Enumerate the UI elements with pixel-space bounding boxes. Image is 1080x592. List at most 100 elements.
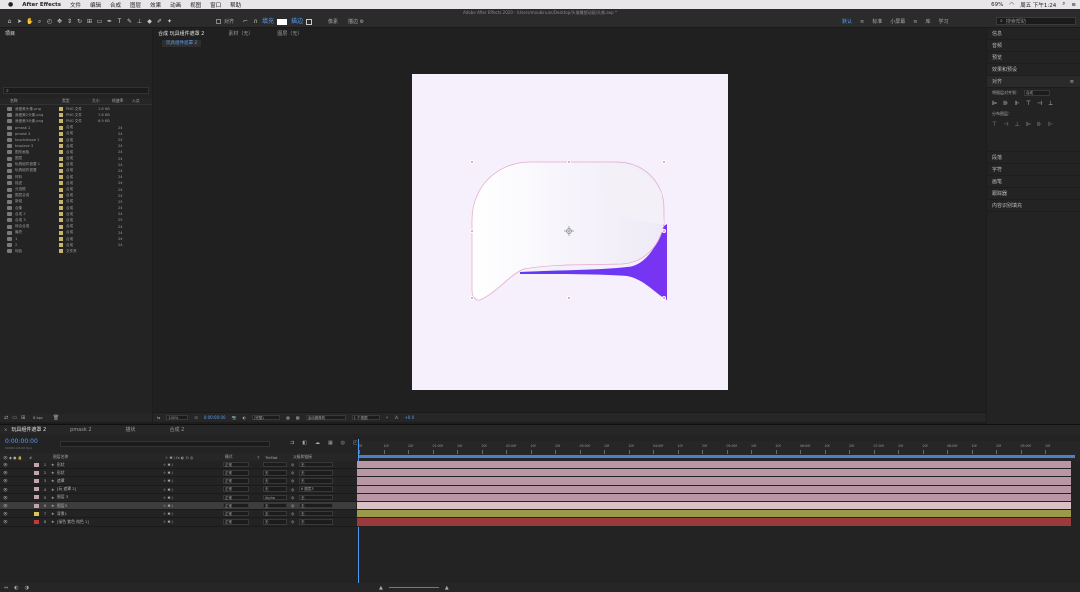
layer-duration-bar[interactable] bbox=[357, 477, 1071, 486]
layer-trkmat-dropdown[interactable]: 无 bbox=[263, 502, 287, 509]
layer-trkmat-dropdown[interactable]: 无 bbox=[263, 519, 287, 525]
column-type[interactable]: 类型 bbox=[62, 98, 92, 104]
exposure-value[interactable]: +0.0 bbox=[404, 415, 414, 420]
label-color-swatch[interactable] bbox=[59, 230, 63, 235]
pickwhip-icon[interactable]: ◎ bbox=[291, 503, 299, 508]
panel-paragraph[interactable]: 段落 bbox=[987, 152, 1080, 164]
workspace-small-screen[interactable]: 小屏幕 bbox=[890, 18, 905, 25]
pan-behind-tool-icon[interactable]: ⊞ bbox=[86, 18, 93, 25]
layer-parent-dropdown[interactable]: 无 bbox=[299, 510, 333, 517]
transform-handle-tm[interactable] bbox=[567, 160, 571, 164]
interpret-icon[interactable]: ⇄ bbox=[4, 415, 8, 421]
layer-switches[interactable]: ⊹ ✱ / bbox=[163, 511, 223, 516]
eraser-tool-icon[interactable]: ◆ bbox=[146, 18, 153, 25]
text-tool-icon[interactable]: T bbox=[116, 18, 123, 25]
menu-item-file[interactable]: 文件 bbox=[70, 1, 81, 9]
panel-preview[interactable]: 预览 bbox=[987, 52, 1080, 64]
dist-left-icon[interactable]: ⊫ bbox=[1026, 121, 1031, 128]
puppet-tool-icon[interactable]: ✦ bbox=[166, 18, 173, 25]
layer-trkmat-dropdown[interactable]: 无 bbox=[263, 510, 287, 517]
workspace-learn[interactable]: 学习 bbox=[938, 18, 948, 25]
align-vcenter-icon[interactable]: ⊣ bbox=[1037, 100, 1042, 107]
apple-icon[interactable]: ● bbox=[8, 1, 13, 8]
comp-subtab[interactable]: 玩具组件遮罩 2 bbox=[162, 40, 202, 47]
dist-vcenter-icon[interactable]: ⊣ bbox=[1003, 121, 1008, 128]
column-fps[interactable]: 帧速率 bbox=[112, 98, 132, 104]
layer-mode-dropdown[interactable]: 正常 bbox=[223, 478, 249, 484]
layer-switches[interactable]: ⊹ ✱ / bbox=[163, 519, 223, 524]
new-folder-icon[interactable]: ▭ bbox=[12, 415, 17, 421]
label-color-swatch[interactable] bbox=[59, 138, 63, 143]
visibility-eye-icon[interactable]: 👁 bbox=[3, 503, 21, 508]
transform-handle-bl[interactable] bbox=[470, 296, 474, 300]
layer-parent-dropdown[interactable]: 无 bbox=[299, 494, 333, 501]
label-color-swatch[interactable] bbox=[59, 150, 63, 155]
zoom-in-icon[interactable]: ▲ bbox=[445, 585, 449, 591]
layer-name[interactable]: 遮罩 bbox=[57, 478, 163, 484]
visibility-eye-icon[interactable]: 👁 bbox=[3, 511, 21, 516]
align-right-icon[interactable]: ⊩ bbox=[1014, 100, 1019, 107]
label-color-swatch[interactable] bbox=[59, 119, 63, 124]
safe-area-icon[interactable]: ⊡ bbox=[194, 415, 197, 420]
zoom-slider[interactable] bbox=[388, 587, 439, 588]
composition-canvas[interactable] bbox=[412, 74, 728, 390]
layer-duration-bar[interactable] bbox=[357, 485, 1071, 494]
col-mode[interactable]: 模式 bbox=[225, 454, 257, 460]
col-parent[interactable]: 父级和链接 bbox=[293, 454, 312, 460]
rectangle-tool-icon[interactable]: ▭ bbox=[96, 18, 103, 25]
views-dropdown[interactable]: 1 个视图 bbox=[351, 414, 380, 421]
project-search-input[interactable]: ⌕ bbox=[3, 87, 149, 94]
label-color-swatch[interactable] bbox=[59, 237, 63, 242]
layer-search-input[interactable] bbox=[60, 441, 270, 447]
layer-duration-bar[interactable] bbox=[357, 501, 1071, 511]
dolly-tool-icon[interactable]: ⇕ bbox=[66, 18, 73, 25]
pan-tool-icon[interactable]: ✥ bbox=[56, 18, 63, 25]
align-hcenter-icon[interactable]: ⊪ bbox=[1003, 100, 1008, 107]
workspace-more-icon[interactable]: ≡ bbox=[913, 19, 917, 25]
panel-menu-icon[interactable]: ≡ bbox=[1070, 79, 1074, 85]
layer-parent-dropdown[interactable]: 无 bbox=[299, 470, 333, 476]
layer-row[interactable]: 👁 6 ★ 图层3 ⊹ ✱ / 正常 无 ◎ 无 bbox=[0, 501, 356, 511]
layer-mode-dropdown[interactable]: 正常 bbox=[223, 502, 249, 509]
brush-tool-icon[interactable]: ✎ bbox=[126, 18, 133, 25]
layer-row[interactable]: 👁 7 ★ 背景1 ⊹ ✱ / 正常 无 ◎ 无 bbox=[0, 510, 356, 519]
panel-align[interactable]: 对齐 ≡ bbox=[987, 76, 1080, 88]
label-color-swatch[interactable] bbox=[59, 206, 63, 211]
rotate-tool-icon[interactable]: ↻ bbox=[76, 18, 83, 25]
roto-brush-tool-icon[interactable]: ✐ bbox=[156, 18, 163, 25]
toggle-render-icon[interactable]: ◑ bbox=[25, 585, 29, 591]
dist-right-icon[interactable]: ⊩ bbox=[1048, 121, 1053, 128]
label-color-swatch[interactable] bbox=[59, 168, 63, 173]
current-time-display[interactable]: 0:00:00:00 bbox=[5, 438, 38, 445]
menu-item-help[interactable]: 帮助 bbox=[230, 1, 241, 9]
bpc-label[interactable]: 8 bpc bbox=[33, 416, 43, 420]
layer-trkmat-dropdown[interactable]: 无 bbox=[263, 478, 287, 484]
label-color-swatch[interactable] bbox=[59, 212, 63, 217]
align-bottom-icon[interactable]: ⊥ bbox=[1048, 100, 1053, 107]
zoom-dropdown[interactable]: 100% bbox=[166, 414, 189, 421]
selection-tool-icon[interactable]: ➤ bbox=[16, 18, 23, 25]
layer-switches[interactable]: ⊹ ✱ / bbox=[163, 470, 223, 475]
pickwhip-icon[interactable]: ◎ bbox=[291, 487, 299, 492]
label-color-swatch[interactable] bbox=[59, 187, 63, 192]
footage-tab[interactable]: 素材（无） bbox=[228, 30, 253, 37]
label-color-swatch[interactable] bbox=[59, 193, 63, 198]
label-color-swatch[interactable] bbox=[59, 162, 63, 167]
menu-app-name[interactable]: After Effects bbox=[22, 2, 61, 8]
layer-row[interactable]: 👁 8 ★ [渐色 紫色 纯色 1] ⊹ ✱ / 正常 无 ◎ 无 bbox=[0, 518, 356, 527]
dist-hcenter-icon[interactable]: ⊪ bbox=[1037, 121, 1042, 128]
draft-3d-icon[interactable]: ◧ bbox=[302, 440, 307, 446]
logo-artwork[interactable] bbox=[412, 74, 728, 390]
transform-handle-ml[interactable] bbox=[470, 229, 474, 233]
wifi-icon[interactable]: ◠ bbox=[1009, 2, 1014, 8]
toolbar-add-stroke[interactable]: 描边 ⚙ bbox=[348, 18, 364, 25]
snap-icon[interactable]: ⌐ bbox=[242, 18, 249, 25]
search-icon[interactable]: ⌕ bbox=[1062, 1, 1065, 8]
layer-mode-dropdown[interactable]: 正常 bbox=[223, 470, 249, 476]
work-area-bar[interactable] bbox=[359, 455, 1075, 458]
panel-character[interactable]: 字符 bbox=[987, 164, 1080, 176]
pickwhip-icon[interactable]: ◎ bbox=[291, 462, 299, 467]
menu-item-comp[interactable]: 合成 bbox=[110, 1, 121, 9]
label-color-swatch[interactable] bbox=[59, 218, 63, 223]
layer-mode-dropdown[interactable]: 正常 bbox=[223, 494, 249, 501]
